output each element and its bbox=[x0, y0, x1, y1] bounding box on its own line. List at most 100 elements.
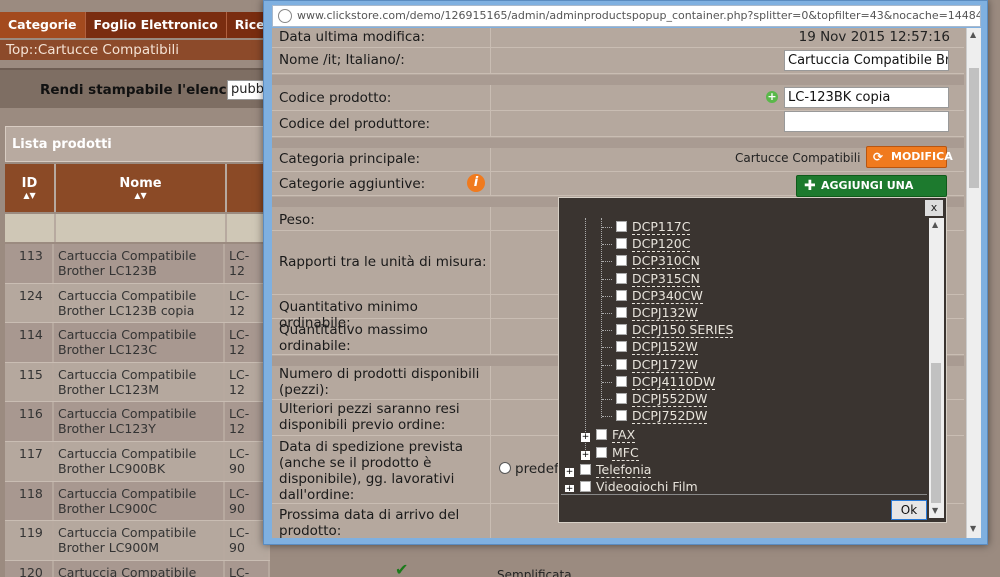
table-row[interactable]: 113 Cartuccia Compatibile Brother LC123B LC… bbox=[5, 244, 270, 284]
extra-pieces-label: Ulteriori pezzi saranno resi disponibili… bbox=[272, 400, 491, 435]
category-tree: DCP117C DCP120C DCP310CN DCP315CN DCP340CW DC… bbox=[559, 218, 929, 492]
checkbox[interactable] bbox=[596, 446, 607, 458]
table-row[interactable]: 117 Cartuccia Compatibile Brother LC900BK L… bbox=[5, 441, 270, 482]
tree-item[interactable]: DCPJ132W bbox=[616, 304, 698, 321]
tree-item[interactable]: DCPJ172W bbox=[616, 356, 698, 373]
dialog-footer: Ok bbox=[561, 494, 927, 522]
filter-id-input[interactable] bbox=[5, 214, 56, 242]
tree-item[interactable]: DCPJ152W bbox=[616, 338, 698, 356]
tree-item[interactable]: DCPJ150 SERIES bbox=[616, 321, 734, 339]
scroll-up-icon[interactable]: ▲ bbox=[970, 30, 976, 39]
checkbox[interactable] bbox=[616, 221, 627, 232]
row-id: 124 bbox=[5, 283, 54, 323]
scroll-up-icon[interactable]: ▲ bbox=[932, 220, 938, 229]
checkbox[interactable] bbox=[580, 481, 591, 492]
checkbox[interactable] bbox=[616, 358, 627, 370]
tree-scrollbar[interactable]: ▲ ▼ bbox=[929, 218, 944, 518]
url-text: www.clickstore.com/demo/126915165/admin/… bbox=[297, 9, 981, 22]
row-id: 115 bbox=[5, 362, 54, 402]
tree-item[interactable]: DCP117C bbox=[616, 218, 691, 235]
table-row[interactable]: 119 Cartuccia Compatibile Brother LC900M LC… bbox=[5, 521, 270, 561]
name-input[interactable]: Cartuccia Compatibile Broth bbox=[784, 50, 949, 71]
info-icon[interactable]: i bbox=[467, 174, 485, 192]
tree-group[interactable]: + FAX bbox=[581, 426, 636, 444]
tab-categorie[interactable]: Categorie bbox=[0, 12, 86, 38]
tree-line bbox=[602, 261, 612, 263]
sort-icon[interactable]: ▲▼ bbox=[5, 191, 54, 201]
list-title: Lista prodotti bbox=[12, 137, 112, 152]
manufacturer-code-input[interactable] bbox=[784, 111, 949, 132]
url-bar[interactable]: www.clickstore.com/demo/126915165/admin/… bbox=[272, 5, 981, 27]
expand-icon[interactable]: + bbox=[581, 450, 590, 460]
tree-item[interactable]: DCP310CN bbox=[616, 252, 700, 270]
row-name: Cartuccia Compatibile Brother LC123B bbox=[54, 244, 225, 283]
table-header: ID ▲▼ Nome ▲▼ bbox=[5, 164, 272, 212]
tree-line bbox=[602, 330, 612, 332]
scroll-down-icon[interactable]: ▼ bbox=[970, 524, 976, 533]
tree-line bbox=[602, 381, 612, 383]
checkbox[interactable] bbox=[616, 393, 627, 404]
column-id[interactable]: ID ▲▼ bbox=[5, 164, 56, 212]
column-nome[interactable]: Nome ▲▼ bbox=[56, 164, 227, 212]
table-row[interactable]: 116 Cartuccia Compatibile Brother LC123Y LC… bbox=[5, 402, 270, 442]
tree-item[interactable]: DCPJ752DW bbox=[616, 407, 708, 425]
ship-default-radio[interactable] bbox=[499, 462, 511, 474]
checkbox[interactable] bbox=[616, 410, 627, 422]
tree-root[interactable]: + Telefonia bbox=[565, 461, 652, 478]
close-button[interactable]: x bbox=[925, 200, 943, 216]
sort-icon[interactable]: ▲▼ bbox=[56, 191, 225, 201]
tree-item[interactable]: DCPJ552DW bbox=[616, 390, 708, 407]
row-main-category: Categoria principale: Cartucce Compatibi… bbox=[272, 146, 964, 172]
checkbox[interactable] bbox=[596, 429, 607, 441]
tab-foglio-elettronico[interactable]: Foglio Elettronico bbox=[85, 12, 227, 38]
ship-date-label: Data di spedizione prevista (anche se il… bbox=[272, 436, 491, 503]
row-name: Cartuccia Compatibile Brother LC900M bbox=[54, 521, 225, 560]
tree-line bbox=[602, 313, 612, 314]
tree-item[interactable]: DCP120C bbox=[616, 235, 691, 253]
table-row[interactable]: 124 Cartuccia Compatibile Brother LC123B c… bbox=[5, 283, 270, 324]
ship-default-label: predefi bbox=[515, 461, 563, 477]
table-row[interactable]: 115 Cartuccia Compatibile Brother LC123M LC… bbox=[5, 362, 270, 403]
checkbox[interactable] bbox=[616, 375, 627, 387]
tree-root[interactable]: + Videogiochi Film bbox=[565, 478, 698, 492]
add-icon[interactable]: + bbox=[766, 91, 778, 103]
expand-icon[interactable]: + bbox=[581, 433, 590, 443]
last-modified-value: 19 Nov 2015 12:57:16 bbox=[798, 29, 950, 45]
checkbox[interactable] bbox=[616, 307, 627, 318]
checkbox[interactable] bbox=[580, 463, 591, 475]
popup-scrollbar[interactable]: ▲ ▼ bbox=[966, 28, 981, 538]
scroll-thumb[interactable] bbox=[931, 363, 941, 503]
checkbox[interactable] bbox=[616, 341, 627, 353]
add-category-button[interactable]: ✚AGGIUNGI UNA CATEGORIA bbox=[796, 175, 947, 212]
table-row[interactable]: 114 Cartuccia Compatibile Brother LC123C LC… bbox=[5, 323, 270, 363]
row-id: 120 bbox=[5, 560, 54, 577]
checkbox[interactable] bbox=[616, 238, 627, 250]
tree-line bbox=[602, 416, 612, 418]
simplified-label: Semplificata bbox=[497, 568, 572, 577]
checkbox[interactable] bbox=[616, 255, 627, 267]
extra-categories-label: Categorie aggiuntive: i bbox=[272, 172, 491, 195]
table-row[interactable]: 118 Cartuccia Compatibile Brother LC900C LC… bbox=[5, 481, 270, 522]
checkbox[interactable] bbox=[616, 289, 627, 301]
tree-line bbox=[602, 278, 612, 280]
expand-icon[interactable]: + bbox=[565, 467, 574, 477]
scroll-thumb[interactable] bbox=[969, 68, 979, 188]
checkbox[interactable] bbox=[616, 324, 627, 336]
checkbox[interactable] bbox=[616, 272, 627, 284]
modify-button[interactable]: ⟳ MODIFICA bbox=[866, 146, 953, 168]
category-tree-dialog: x DCP117C DCP120C DCP310CN DCP315CN DCP340CW… bbox=[558, 197, 947, 523]
tree-item[interactable]: DCPJ4110DW bbox=[616, 373, 716, 390]
filter-name-input[interactable] bbox=[56, 214, 227, 242]
expand-icon[interactable]: + bbox=[565, 485, 574, 492]
code-input[interactable]: LC-123BK copia bbox=[784, 87, 949, 108]
breadcrumb[interactable]: Top::Cartucce Compatibili bbox=[0, 40, 270, 60]
ok-button[interactable]: Ok bbox=[891, 500, 927, 520]
tree-item[interactable]: DCP340CW bbox=[616, 287, 703, 304]
tree-group[interactable]: + MFC bbox=[581, 444, 639, 461]
table-row[interactable]: 120Cartuccia CompatibileLC-900Y bbox=[5, 560, 270, 577]
row-code: Codice prodotto: + LC-123BK copia bbox=[272, 85, 964, 111]
scroll-down-icon[interactable]: ▼ bbox=[932, 506, 938, 515]
row-id: 117 bbox=[5, 441, 54, 481]
row-id: 119 bbox=[5, 521, 54, 560]
tree-item[interactable]: DCP315CN bbox=[616, 270, 700, 287]
